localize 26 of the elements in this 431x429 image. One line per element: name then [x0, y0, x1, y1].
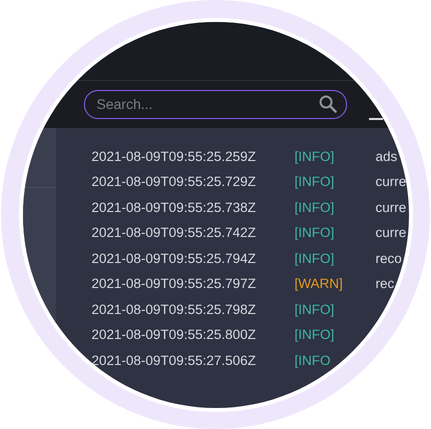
log-level: [INFO] — [294, 250, 336, 266]
timestamp: 2021-08-09T09:55:25.794Z — [92, 250, 257, 266]
log-level: [INFO] — [294, 225, 336, 240]
timestamp: 2021-08-09T09:55:27.506Z — [92, 352, 257, 368]
timestamp: 2021-08-09T09:55:25.259Z — [92, 148, 257, 164]
log-level: [INFO] — [294, 302, 336, 317]
timestamp: 2021-08-09T09:55:25.738Z — [92, 200, 257, 215]
timestamp: 2021-08-09T09:55:25.729Z — [92, 174, 257, 190]
log-message: curre — [376, 225, 406, 240]
timestamp: 2021-08-09T09:55:25.798Z — [92, 302, 257, 317]
log-message: curre — [376, 200, 406, 215]
timestamp: 2021-08-09T09:55:25.742Z — [92, 225, 257, 240]
log-message: curre — [376, 174, 406, 190]
search-field[interactable]: Search... — [84, 90, 346, 118]
timestamp: 2021-08-09T09:55:25.797Z — [92, 276, 257, 292]
log-message: rec — [376, 276, 394, 292]
search-icon — [318, 94, 336, 112]
log-level: [INFO] — [294, 200, 336, 215]
log-message: reco — [376, 250, 402, 266]
log-level: [INFO] — [294, 174, 336, 190]
timestamp: 2021-08-09T09:55:25.800Z — [92, 327, 257, 342]
log-level: [WARN] — [294, 276, 344, 292]
log-level: [INFO] — [294, 327, 336, 342]
log-message: ads — [376, 148, 398, 164]
log-level: [INFO] — [294, 148, 336, 164]
log-level: [INFO — [294, 352, 332, 368]
